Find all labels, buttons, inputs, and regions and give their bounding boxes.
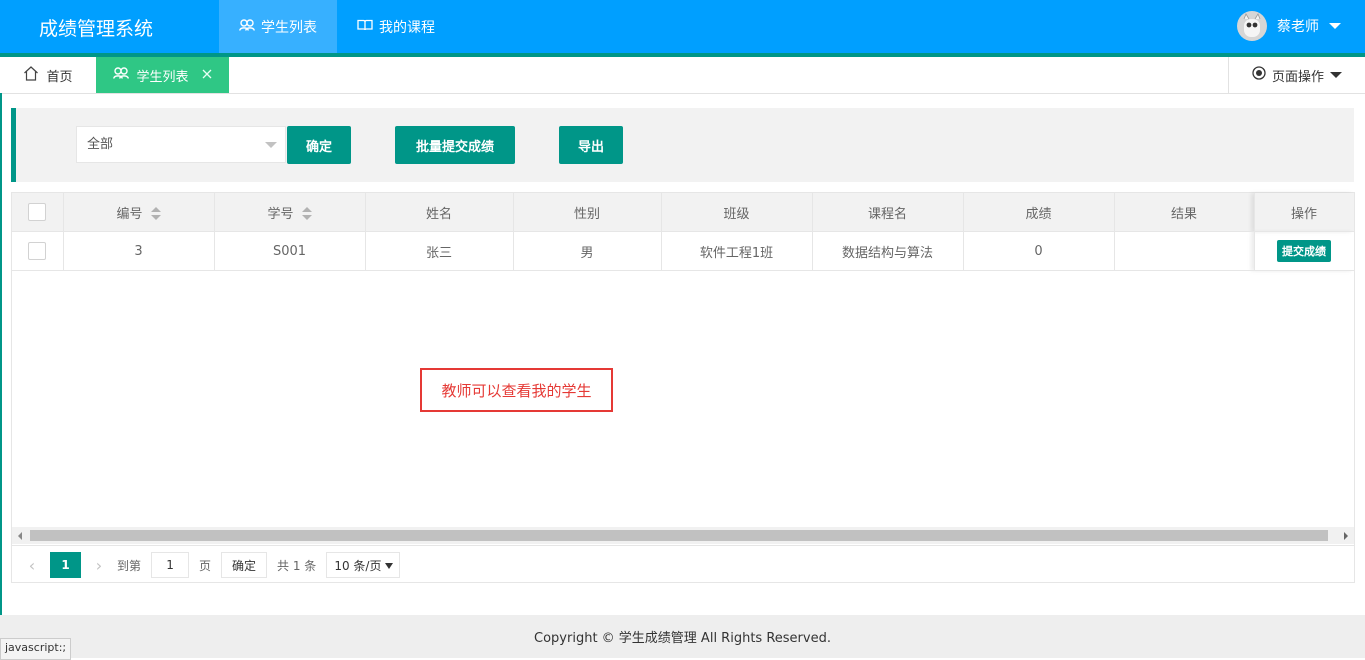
scroll-left-arrow-icon[interactable] xyxy=(18,532,22,540)
column-header-name: 姓名 xyxy=(365,193,514,232)
confirm-button[interactable]: 确定 xyxy=(287,126,351,164)
goto-confirm-button[interactable]: 确定 xyxy=(221,552,268,578)
users-icon xyxy=(113,67,130,83)
tab-label: 学生列表 xyxy=(136,69,189,85)
cell-class: 软件工程1班 xyxy=(661,231,813,271)
cell-name: 张三 xyxy=(365,231,514,271)
page-unit-label: 页 xyxy=(199,558,212,573)
annotation-note: 教师可以查看我的学生 xyxy=(420,368,613,412)
column-label: 学号 xyxy=(267,206,294,222)
export-button[interactable]: 导出 xyxy=(559,126,623,164)
page-operations-label: 页面操作 xyxy=(1271,69,1324,85)
close-icon[interactable] xyxy=(202,68,212,83)
home-icon xyxy=(23,65,39,85)
filter-select-value: 全部 xyxy=(87,137,114,152)
footer-copyright: Copyright © 学生成绩管理 All Rights Reserved. xyxy=(0,615,1365,658)
column-label: 编号 xyxy=(116,206,143,222)
page-operations-menu[interactable]: 页面操作 xyxy=(1228,57,1365,93)
student-table: 编号 学号 姓名 性别 班级 课程名 成绩 结果 操作 3 S001 张三 男 … xyxy=(11,192,1355,583)
pagination: ‹ 1 › 到第 1 页 确定 共 1 条 10 条/页 xyxy=(12,545,1354,584)
avatar xyxy=(1237,11,1267,41)
sort-icon[interactable] xyxy=(301,207,312,221)
radio-dot-icon xyxy=(1252,66,1266,84)
submit-score-button[interactable]: 提交成绩 xyxy=(1277,240,1331,262)
goto-label: 到第 xyxy=(117,558,142,573)
browser-status-bar: javascript:; xyxy=(0,638,72,660)
scrollbar-thumb[interactable] xyxy=(30,530,1328,541)
prev-page-button[interactable]: ‹ xyxy=(22,556,42,575)
cell-course: 数据结构与算法 xyxy=(812,231,964,271)
chevron-down-icon xyxy=(1329,23,1341,29)
select-all-cell xyxy=(12,193,64,232)
chevron-down-icon xyxy=(385,563,394,569)
column-header-student-no[interactable]: 学号 xyxy=(214,193,366,232)
row-checkbox[interactable] xyxy=(28,242,47,260)
column-header-class: 班级 xyxy=(661,193,813,232)
nav-item-student-list[interactable]: 学生列表 xyxy=(219,0,337,53)
tab-home[interactable]: 首页 xyxy=(0,57,97,93)
column-header-gender: 性别 xyxy=(513,193,662,232)
cell-student-no: S001 xyxy=(214,231,366,271)
total-count: 共 1 条 xyxy=(277,558,317,573)
user-name: 蔡老师 xyxy=(1277,19,1319,35)
book-icon xyxy=(357,19,373,35)
column-header-id[interactable]: 编号 xyxy=(63,193,215,232)
nav-item-my-courses[interactable]: 我的课程 xyxy=(337,0,455,53)
chevron-down-icon xyxy=(265,142,277,148)
batch-submit-scores-button[interactable]: 批量提交成绩 xyxy=(395,126,515,164)
row-select-cell xyxy=(12,231,64,271)
filter-toolbar: 全部 确定 批量提交成绩 导出 xyxy=(11,108,1354,182)
chevron-down-icon xyxy=(1330,72,1342,78)
sort-icon[interactable] xyxy=(150,207,161,221)
cell-id: 3 xyxy=(63,231,215,271)
page-size-value: 10 条/页 xyxy=(334,558,382,573)
current-page-button[interactable]: 1 xyxy=(50,552,81,578)
side-accent-line xyxy=(0,93,2,658)
user-menu[interactable]: 蔡老师 xyxy=(1237,11,1341,41)
cell-gender: 男 xyxy=(513,231,662,271)
cell-result xyxy=(1114,231,1255,271)
nav-item-label: 学生列表 xyxy=(261,19,317,36)
column-header-result: 结果 xyxy=(1114,193,1255,232)
select-all-checkbox[interactable] xyxy=(28,203,47,221)
top-nav: 学生列表 我的课程 xyxy=(219,0,455,53)
goto-page-input[interactable]: 1 xyxy=(151,552,190,578)
column-header-actions: 操作 xyxy=(1254,193,1355,232)
filter-select[interactable]: 全部 xyxy=(76,126,286,163)
nav-item-label: 我的课程 xyxy=(379,19,435,36)
scroll-right-arrow-icon[interactable] xyxy=(1344,532,1348,540)
top-header: 成绩管理系统 学生列表 我的课程 蔡老师 xyxy=(0,0,1365,57)
tab-bar: 首页 学生列表 页面操作 xyxy=(0,57,1365,94)
table-row: 3 S001 张三 男 软件工程1班 数据结构与算法 0 提交成绩 xyxy=(12,231,1355,271)
cell-actions: 提交成绩 xyxy=(1254,231,1355,271)
cell-score: 0 xyxy=(963,231,1115,271)
column-header-score: 成绩 xyxy=(963,193,1115,232)
page-size-select[interactable]: 10 条/页 xyxy=(326,552,401,578)
app-title: 成绩管理系统 xyxy=(39,18,154,40)
tab-student-list[interactable]: 学生列表 xyxy=(96,57,229,93)
column-header-course: 课程名 xyxy=(812,193,964,232)
users-icon xyxy=(239,18,255,35)
next-page-button[interactable]: › xyxy=(89,556,109,575)
table-header-row: 编号 学号 姓名 性别 班级 课程名 成绩 结果 操作 xyxy=(12,193,1355,232)
horizontal-scrollbar[interactable] xyxy=(12,527,1354,544)
tab-label: 首页 xyxy=(46,69,73,85)
